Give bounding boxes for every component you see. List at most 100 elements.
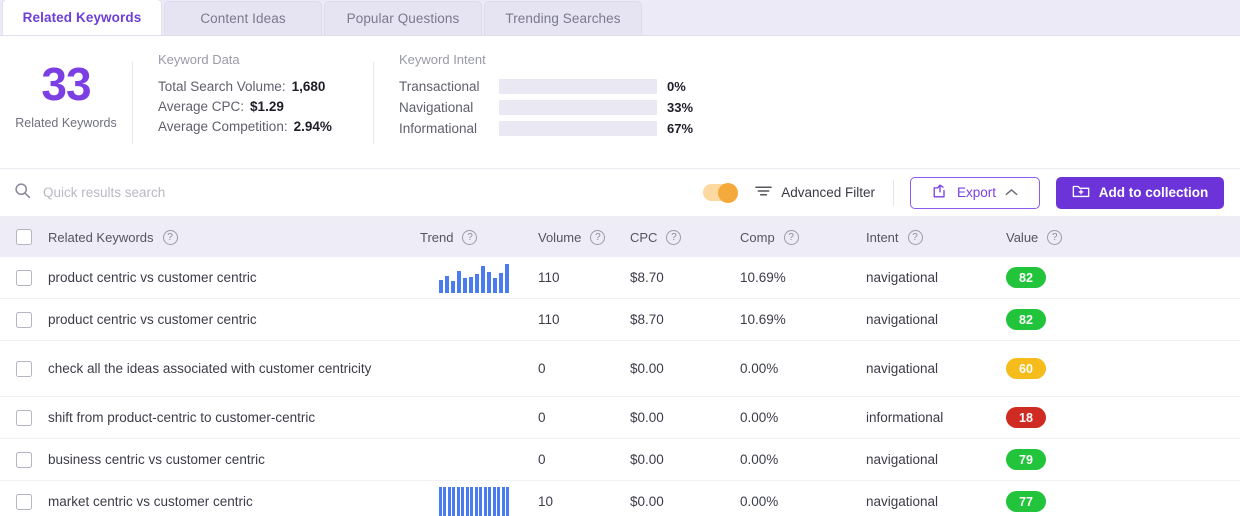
search-input[interactable] [43,185,463,200]
advanced-filter-label: Advanced Filter [781,185,875,200]
select-all-checkbox[interactable] [16,229,32,245]
tab-label: Popular Questions [346,11,460,26]
cell-keyword[interactable]: market centric vs customer centric [48,492,410,512]
header-value[interactable]: Value ? [1006,229,1116,245]
cell-keyword[interactable]: shift from product-centric to customer-c… [48,408,410,428]
toolbar-divider [893,179,894,206]
filter-icon [755,184,773,201]
keyword-text: market centric vs customer centric [48,493,253,509]
table-header: Related Keywords ? Trend ? Volume ? CPC … [0,217,1240,257]
value-badge: 77 [1006,491,1046,512]
tab-related-keywords[interactable]: Related Keywords [2,0,162,35]
row-select-cell [0,409,48,426]
header-intent[interactable]: Intent ? [866,229,1006,245]
help-icon[interactable]: ? [907,229,923,245]
cell-value: 77 [1006,491,1116,512]
table-row[interactable]: product centric vs customer centric 110 $8… [0,299,1240,341]
sparkline-bar [456,486,460,516]
sparkline-bar [439,279,443,293]
cell-keyword[interactable]: product centric vs customer centric [48,310,410,330]
add-to-collection-label: Add to collection [1098,185,1209,200]
header-cpc[interactable]: CPC ? [630,229,740,245]
intent-label: Transactional [399,79,480,94]
add-to-collection-button[interactable]: Add to collection [1056,176,1224,209]
row-checkbox[interactable] [16,493,32,510]
keyword-research-panel: Related Keywords Content Ideas Popular Q… [0,0,1240,516]
sparkline-bar [447,486,451,516]
cell-intent: informational [866,410,944,425]
cell-cpc: $8.70 [630,270,664,285]
table-row[interactable]: business centric vs customer centric 0 $0.… [0,439,1240,481]
tab-bar: Related Keywords Content Ideas Popular Q… [0,0,1240,36]
table-body: product centric vs customer centric 110 $8… [0,257,1240,516]
header-comp[interactable]: Comp ? [740,229,866,245]
table-row[interactable]: check all the ideas associated with cust… [0,341,1240,397]
sparkline-bar [465,486,469,516]
cell-comp: 0.00% [740,494,779,509]
help-icon[interactable]: ? [162,229,178,245]
cell-cpc: $0.00 [630,410,664,425]
tab-content-ideas[interactable]: Content Ideas [164,1,322,35]
sparkline-bar [475,273,479,293]
keyword-text: product centric vs customer centric [48,269,257,285]
cell-comp: 0.00% [740,410,779,425]
sparkline-bar [479,486,483,516]
cell-volume: 0 [538,410,546,425]
header-volume[interactable]: Volume ? [538,229,630,245]
intent-bar-track [499,79,657,94]
cell-intent: navigational [866,494,939,509]
tab-popular-questions[interactable]: Popular Questions [324,1,482,35]
row-checkbox[interactable] [16,360,32,377]
summary-bar: 33 Related Keywords Keyword Data Total S… [0,36,1240,169]
row-checkbox[interactable] [16,409,32,426]
header-label: Volume [538,229,582,245]
help-icon[interactable]: ? [783,229,799,245]
intent-row-transactional: Transactional 0% [399,79,693,94]
cell-comp: 0.00% [740,452,779,467]
sparkline-bar [492,486,496,516]
help-icon[interactable]: ? [1047,229,1063,245]
cell-cpc: $0.00 [630,361,664,376]
cell-intent: navigational [866,312,939,327]
header-label: Value [1006,229,1039,245]
intent-percent: 67% [667,121,694,136]
stat-row: Average CPC: $1.29 [158,99,373,114]
cell-cpc: $8.70 [630,312,664,327]
header-label: CPC [630,229,658,245]
row-select-cell [0,311,48,328]
advanced-filter-button[interactable]: Advanced Filter [755,184,893,201]
cell-comp: 10.69% [740,312,786,327]
filter-toggle[interactable] [703,182,739,203]
help-icon[interactable]: ? [666,229,682,245]
header-keyword[interactable]: Related Keywords ? [48,229,410,245]
sparkline-bar [470,486,474,516]
export-button[interactable]: Export [910,176,1040,209]
row-checkbox[interactable] [16,311,32,328]
row-checkbox[interactable] [16,451,32,468]
cell-keyword[interactable]: business centric vs customer centric [48,450,410,470]
cell-keyword[interactable]: product centric vs customer centric [48,268,410,288]
cell-value: 18 [1006,407,1116,428]
help-icon[interactable]: ? [462,229,478,245]
table-row[interactable]: shift from product-centric to customer-c… [0,397,1240,439]
cell-intent: navigational [866,452,939,467]
folder-add-icon [1072,183,1090,202]
results-toolbar: Advanced Filter Export [0,169,1240,217]
chevron-up-icon [1005,185,1018,200]
row-checkbox[interactable] [16,269,32,286]
related-keywords-count: 33 Related Keywords [0,44,132,168]
table-row[interactable]: product centric vs customer centric 110 $8… [0,257,1240,299]
cell-volume: 0 [538,452,546,467]
table-row[interactable]: market centric vs customer centric 10 $0.0… [0,481,1240,516]
help-icon[interactable]: ? [590,229,606,245]
sparkline-bar [474,486,478,516]
stat-label: Total Search Volume: [158,79,286,94]
tab-trending-searches[interactable]: Trending Searches [484,1,642,35]
header-label: Comp [740,229,775,245]
keyword-data-title: Keyword Data [158,52,240,67]
row-select-cell [0,269,48,286]
header-trend[interactable]: Trend ? [410,229,538,245]
sparkline-bar [463,277,467,293]
cell-keyword[interactable]: check all the ideas associated with cust… [48,359,410,379]
cell-intent: navigational [866,270,939,285]
